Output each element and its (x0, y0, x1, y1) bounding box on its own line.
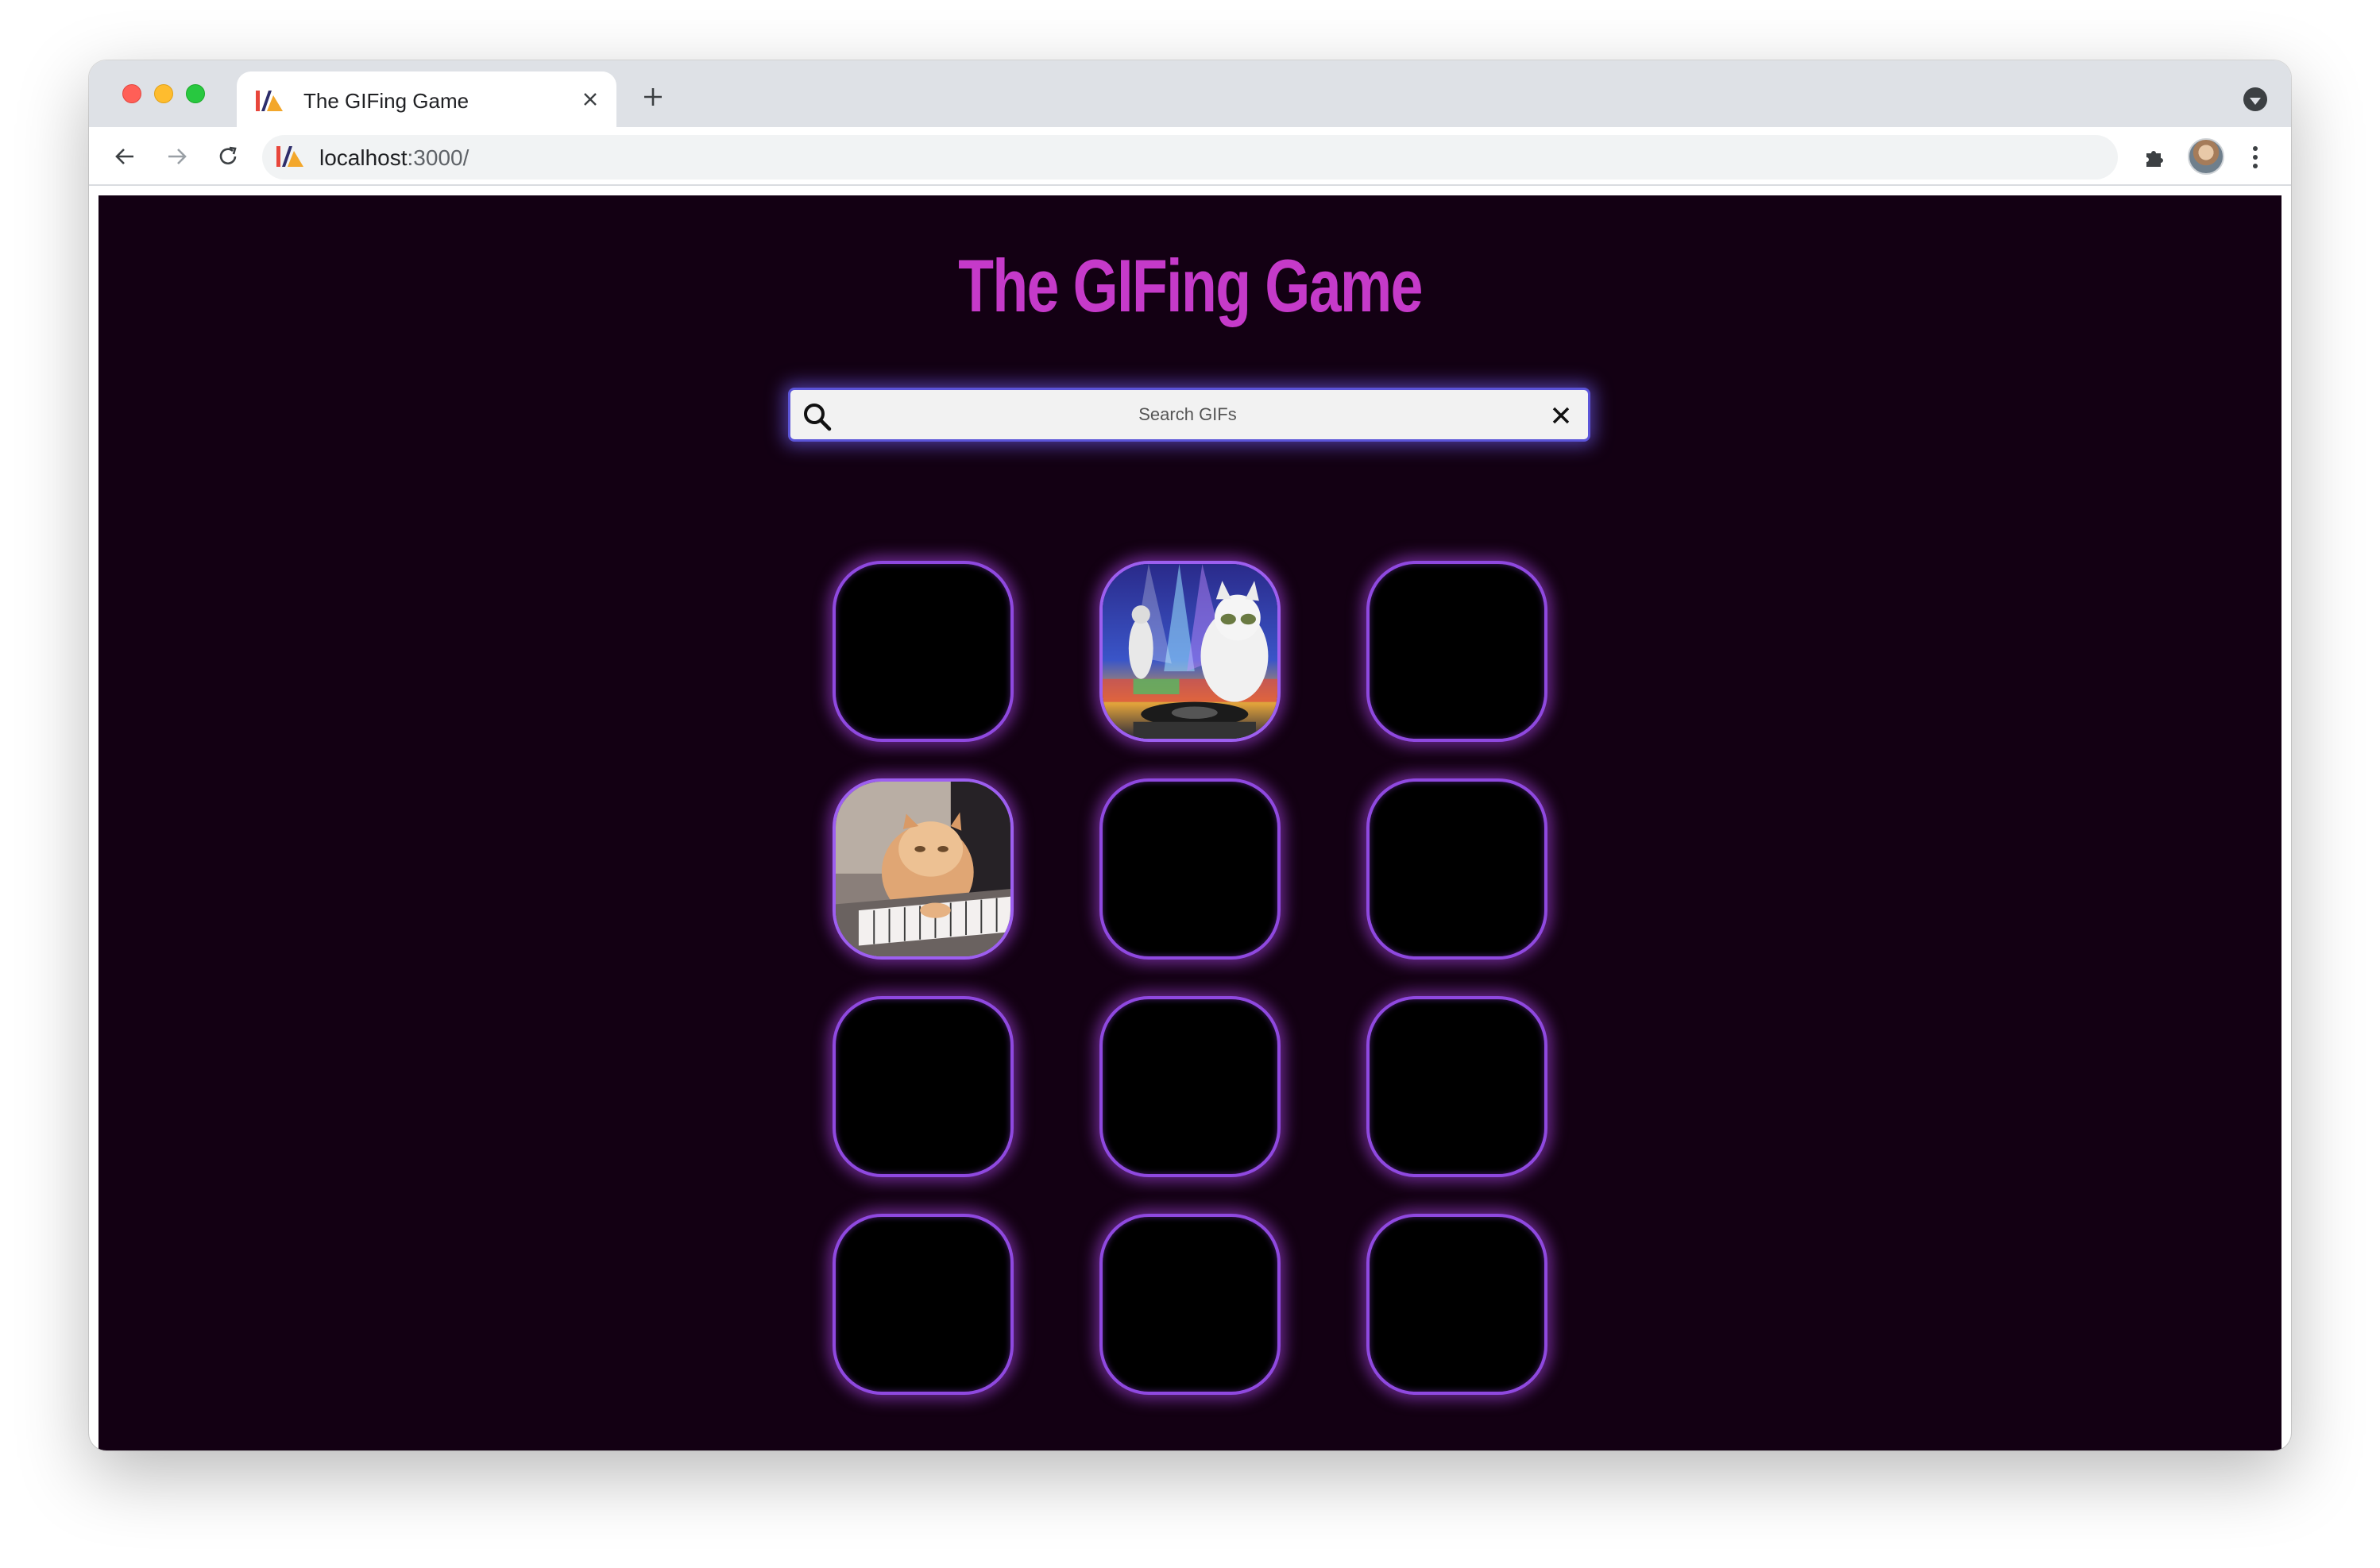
search-bar (788, 388, 1590, 442)
reload-icon[interactable] (211, 140, 245, 173)
address-bar[interactable]: localhost:3000/ (262, 135, 2118, 180)
plus-icon[interactable] (637, 81, 669, 113)
search-icon[interactable] (802, 401, 833, 433)
memory-card-4[interactable] (833, 778, 1014, 960)
memory-card-9[interactable] (1366, 996, 1547, 1177)
browser-window: The GIFing Game localhost:3000/ The GIFi… (89, 60, 2291, 1450)
tab-strip: The GIFing Game (89, 60, 2291, 127)
memory-card-1[interactable] (833, 561, 1014, 742)
page-title: The GIFing Game (958, 244, 1423, 327)
maximize-window-button[interactable] (186, 84, 205, 103)
memory-card-5[interactable] (1099, 778, 1281, 960)
more-menu-icon[interactable] (2243, 141, 2267, 173)
memory-card-8[interactable] (1099, 996, 1281, 1177)
close-icon[interactable] (577, 86, 604, 113)
memory-card-10[interactable] (833, 1214, 1014, 1395)
dj-cats-gif (1103, 564, 1277, 739)
memory-card-7[interactable] (833, 996, 1014, 1177)
profile-avatar[interactable] (2188, 138, 2224, 175)
memory-card-2[interactable] (1099, 561, 1281, 742)
forward-arrow-icon[interactable] (160, 140, 194, 173)
tab-search-icon[interactable] (2243, 87, 2267, 111)
minimize-window-button[interactable] (154, 84, 173, 103)
close-window-button[interactable] (122, 84, 141, 103)
app-favicon-icon (256, 91, 283, 111)
page-content: The GIFing Game (99, 195, 2281, 1450)
memory-card-3[interactable] (1366, 561, 1547, 742)
close-icon[interactable] (1547, 401, 1575, 430)
card-grid (833, 561, 1547, 1395)
tab-title: The GIFing Game (303, 89, 469, 113)
extensions-puzzle-icon[interactable] (2139, 141, 2170, 173)
tab-active[interactable]: The GIFing Game (237, 71, 616, 127)
browser-toolbar: localhost:3000/ (89, 127, 2291, 186)
site-favicon-icon (276, 146, 303, 167)
memory-card-6[interactable] (1366, 778, 1547, 960)
keyboard-cat-gif (836, 782, 1010, 956)
search-input[interactable] (846, 390, 1529, 439)
memory-card-12[interactable] (1366, 1214, 1547, 1395)
memory-card-11[interactable] (1099, 1214, 1281, 1395)
url-text: localhost:3000/ (319, 145, 469, 170)
back-arrow-icon[interactable] (108, 140, 141, 173)
